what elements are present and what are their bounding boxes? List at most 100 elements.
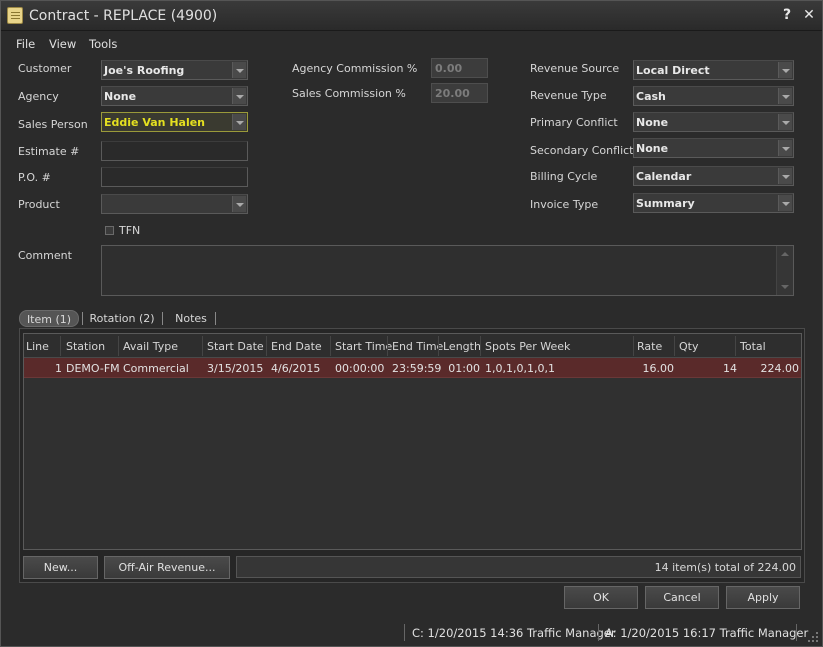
sales-person-select[interactable]: Eddie Van Halen xyxy=(101,112,248,132)
column-header[interactable]: End Date xyxy=(271,340,322,353)
revenue-source-label: Revenue Source xyxy=(530,62,620,75)
off-air-revenue-button[interactable]: Off-Air Revenue... xyxy=(104,556,230,579)
status-divider xyxy=(404,624,405,641)
estimate-label: Estimate # xyxy=(18,145,80,158)
column-header[interactable]: Qty xyxy=(679,340,698,353)
invoice-type-value: Summary xyxy=(636,197,695,210)
agency-commission-input[interactable]: 0.00 xyxy=(431,58,488,78)
menu-tools[interactable]: Tools xyxy=(89,37,117,51)
column-header[interactable]: Station xyxy=(66,340,105,353)
tab-notes[interactable]: Notes xyxy=(169,310,213,327)
status-bar: C: 1/20/2015 14:36 Traffic Manager A: 1/… xyxy=(1,618,822,646)
items-grid: Line Station Avail Type Start Date End D… xyxy=(23,333,802,550)
column-header[interactable]: Start Date xyxy=(207,340,264,353)
tab-divider xyxy=(215,312,216,325)
column-header[interactable]: Spots Per Week xyxy=(485,340,570,353)
sales-commission-value: 20.00 xyxy=(435,87,470,100)
cell-qty: 14 xyxy=(723,362,737,375)
cell-rate: 16.00 xyxy=(642,362,675,375)
altered-status: A: 1/20/2015 16:17 Traffic Manager xyxy=(605,626,809,640)
secondary-conflict-select[interactable]: None xyxy=(633,138,794,158)
items-summary: 14 item(s) total of 224.00 xyxy=(236,556,801,578)
sales-commission-label: Sales Commission % xyxy=(292,87,406,100)
revenue-type-select[interactable]: Cash xyxy=(633,86,794,106)
chevron-down-icon[interactable] xyxy=(232,114,246,130)
tfn-label: TFN xyxy=(119,224,141,237)
help-button[interactable]: ? xyxy=(779,7,795,23)
billing-cycle-value: Calendar xyxy=(636,170,692,183)
primary-conflict-select[interactable]: None xyxy=(633,112,794,132)
table-row[interactable]: 1 DEMO-FM Commercial 3/15/2015 4/6/2015 … xyxy=(24,358,801,378)
primary-conflict-label: Primary Conflict xyxy=(530,116,618,129)
title-bar: Contract - REPLACE (4900) ? ✕ xyxy=(1,1,822,31)
tab-item[interactable]: Item (1) xyxy=(19,310,79,327)
tab-divider xyxy=(162,312,163,325)
cell-length: 01:00 xyxy=(448,362,480,375)
menu-view[interactable]: View xyxy=(49,37,76,51)
scroll-down-icon[interactable] xyxy=(781,285,789,289)
po-label: P.O. # xyxy=(18,171,51,184)
agency-select[interactable]: None xyxy=(101,86,248,106)
sales-commission-input[interactable]: 20.00 xyxy=(431,83,488,103)
grid-header: Line Station Avail Type Start Date End D… xyxy=(24,334,801,358)
column-header[interactable]: Start Time xyxy=(335,340,392,353)
cell-spots-per-week: 1,0,1,0,1,0,1 xyxy=(485,362,555,375)
column-header[interactable]: Rate xyxy=(637,340,662,353)
chevron-down-icon[interactable] xyxy=(778,168,792,184)
agency-label: Agency xyxy=(18,90,59,103)
revenue-source-select[interactable]: Local Direct xyxy=(633,60,794,80)
column-header[interactable]: Line xyxy=(26,340,49,353)
column-header[interactable]: Total xyxy=(740,340,766,353)
cell-start-date: 3/15/2015 xyxy=(207,362,264,375)
tab-rotation[interactable]: Rotation (2) xyxy=(87,310,157,327)
contract-window: Contract - REPLACE (4900) ? ✕ File View … xyxy=(0,0,823,647)
column-header[interactable]: End Time xyxy=(392,340,443,353)
cell-total: 224.00 xyxy=(760,362,800,375)
comment-textarea[interactable] xyxy=(101,245,794,296)
cancel-button[interactable]: Cancel xyxy=(645,586,719,609)
new-item-button[interactable]: New... xyxy=(23,556,98,579)
scroll-up-icon[interactable] xyxy=(781,252,789,256)
contract-note-icon xyxy=(7,7,23,24)
agency-value: None xyxy=(104,90,137,103)
chevron-down-icon[interactable] xyxy=(778,62,792,78)
estimate-input[interactable] xyxy=(101,141,248,161)
chevron-down-icon[interactable] xyxy=(232,62,246,78)
revenue-type-value: Cash xyxy=(636,90,666,103)
billing-cycle-select[interactable]: Calendar xyxy=(633,166,794,186)
agency-commission-label: Agency Commission % xyxy=(292,62,418,75)
customer-value: Joe's Roofing xyxy=(104,64,185,77)
ok-button[interactable]: OK xyxy=(564,586,638,609)
cell-end-date: 4/6/2015 xyxy=(271,362,321,375)
customer-select[interactable]: Joe's Roofing xyxy=(101,60,248,80)
po-input[interactable] xyxy=(101,167,248,187)
summary-text: 14 item(s) total of 224.00 xyxy=(654,561,796,574)
product-label: Product xyxy=(18,198,60,211)
secondary-conflict-value: None xyxy=(636,142,669,155)
customer-label: Customer xyxy=(18,62,72,75)
tab-divider xyxy=(82,312,83,325)
sales-person-value: Eddie Van Halen xyxy=(104,116,206,129)
tfn-checkbox[interactable] xyxy=(105,226,114,235)
column-header[interactable]: Avail Type xyxy=(123,340,178,353)
column-header[interactable]: Length xyxy=(443,340,481,353)
secondary-conflict-label: Secondary Conflict xyxy=(530,144,634,157)
cell-end-time: 23:59:59 xyxy=(392,362,442,375)
apply-button[interactable]: Apply xyxy=(726,586,800,609)
menu-file[interactable]: File xyxy=(16,37,35,51)
comment-label: Comment xyxy=(18,249,72,262)
comment-scrollbar[interactable] xyxy=(776,246,793,295)
sales-person-label: Sales Person xyxy=(18,118,88,131)
chevron-down-icon[interactable] xyxy=(232,88,246,104)
chevron-down-icon[interactable] xyxy=(778,88,792,104)
chevron-down-icon[interactable] xyxy=(778,195,792,211)
created-status: C: 1/20/2015 14:36 Traffic Manager xyxy=(412,626,616,640)
resize-grip-icon[interactable] xyxy=(808,632,820,644)
invoice-type-select[interactable]: Summary xyxy=(633,193,794,213)
chevron-down-icon[interactable] xyxy=(232,196,246,212)
chevron-down-icon[interactable] xyxy=(778,114,792,130)
chevron-down-icon[interactable] xyxy=(778,140,792,156)
product-select[interactable] xyxy=(101,194,248,214)
close-button[interactable]: ✕ xyxy=(801,7,817,23)
invoice-type-label: Invoice Type xyxy=(530,198,599,211)
